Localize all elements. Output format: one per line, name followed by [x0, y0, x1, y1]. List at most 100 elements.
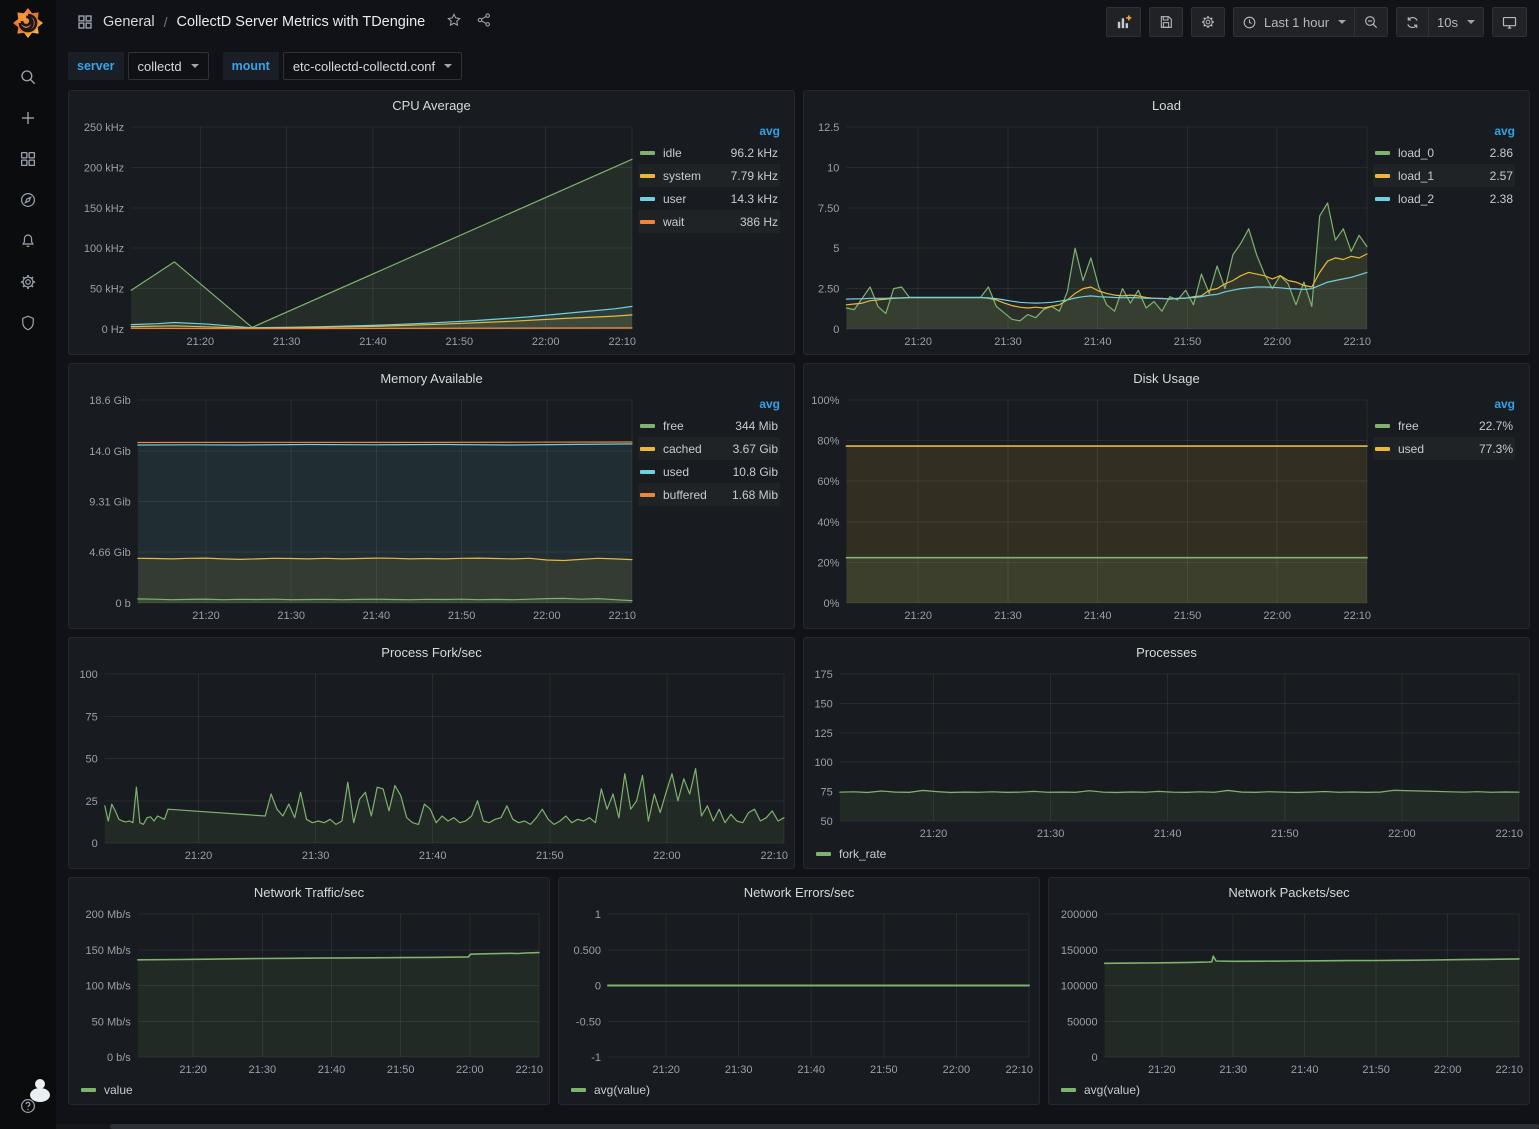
legend-stat-header[interactable]: avg: [638, 121, 780, 141]
save-dashboard-button[interactable]: [1149, 7, 1183, 37]
chevron-down-icon: [444, 64, 452, 68]
refresh-interval-picker[interactable]: 10s: [1429, 7, 1484, 37]
panel-header[interactable]: Network Traffic/sec: [69, 878, 549, 906]
svg-text:0: 0: [92, 838, 98, 850]
legend-series-name: idle: [663, 146, 731, 160]
legend-item-load_1[interactable]: load_1 2.57: [1373, 164, 1515, 187]
plus-icon[interactable]: [19, 109, 37, 127]
network-errors-chart[interactable]: -1-0.5000.500121:2021:3021:4021:5022:002…: [563, 906, 1035, 1080]
legend-item-avg(value)[interactable]: avg(value): [571, 1083, 650, 1097]
network-traffic-chart[interactable]: 0 b/s50 Mb/s100 Mb/s150 Mb/s200 Mb/s21:2…: [73, 906, 545, 1080]
dashboard-grid: CPU Average 0 Hz50 kHz100 kHz150 kHz200 …: [56, 90, 1539, 1111]
dashboard-settings-button[interactable]: [1191, 7, 1225, 37]
legend-series-name: avg(value): [594, 1083, 650, 1097]
legend-series-value: 10.8 Gib: [733, 465, 778, 479]
svg-text:1: 1: [595, 909, 601, 921]
add-panel-button[interactable]: [1106, 7, 1141, 37]
cycle-view-monitor-button[interactable]: [1492, 7, 1527, 37]
legend-item-load_0[interactable]: load_0 2.86: [1373, 141, 1515, 164]
breadcrumb-folder[interactable]: General: [103, 14, 155, 30]
top-nav: General / CollectD Server Metrics with T…: [56, 0, 1539, 44]
chevron-down-icon: [1338, 20, 1346, 24]
svg-text:21:40: 21:40: [363, 610, 391, 622]
legend-item-cached[interactable]: cached 3.67 Gib: [638, 437, 780, 460]
processes-chart[interactable]: 507510012515017521:2021:3021:4021:5022:0…: [808, 666, 1525, 844]
legend-item-user[interactable]: user 14.3 kHz: [638, 187, 780, 210]
panel-header[interactable]: Network Packets/sec: [1049, 878, 1529, 906]
dashboard-title[interactable]: CollectD Server Metrics with TDengine: [176, 14, 425, 30]
load-chart[interactable]: 02.5057.501012.521:2021:3021:4021:5022:0…: [808, 119, 1373, 352]
settings-gear-icon[interactable]: [19, 273, 37, 291]
share-icon[interactable]: [476, 12, 492, 33]
legend-series-value: 1.68 Mib: [732, 488, 778, 502]
legend-item-free[interactable]: free 344 Mib: [638, 414, 780, 437]
legend-swatch: [640, 447, 655, 451]
legend-item-avg(value)[interactable]: avg(value): [1061, 1083, 1140, 1097]
legend-item-used[interactable]: used 10.8 Gib: [638, 460, 780, 483]
network-packets-legend: avg(value): [1053, 1080, 1525, 1102]
svg-text:22:10: 22:10: [760, 850, 788, 862]
shield-icon[interactable]: [19, 314, 37, 332]
legend-item-fork_rate[interactable]: fork_rate: [816, 847, 886, 861]
svg-text:25: 25: [86, 796, 98, 808]
svg-text:21:40: 21:40: [359, 336, 387, 348]
svg-text:0 Hz: 0 Hz: [102, 324, 125, 336]
panel-header[interactable]: Process Fork/sec: [69, 638, 794, 666]
disk-usage-chart[interactable]: 0%20%40%60%80%100%21:2021:3021:4021:5022…: [808, 392, 1373, 626]
search-icon[interactable]: [19, 68, 37, 86]
network-packets-chart[interactable]: 05000010000015000020000021:2021:3021:402…: [1053, 906, 1525, 1080]
star-icon[interactable]: [446, 12, 462, 33]
cpu-average-chart[interactable]: 0 Hz50 kHz100 kHz150 kHz200 kHz250 kHz21…: [73, 119, 638, 352]
refresh-button[interactable]: [1396, 7, 1429, 37]
panel-network-packets: Network Packets/sec 05000010000015000020…: [1048, 877, 1530, 1105]
process-fork-chart[interactable]: 025507510021:2021:3021:4021:5022:0022:10: [73, 666, 790, 866]
memory-available-chart[interactable]: 0 b4.66 Gib9.31 Gib14.0 Gib18.6 Gib21:20…: [73, 392, 638, 626]
panel-header[interactable]: Network Errors/sec: [559, 878, 1039, 906]
explore-compass-icon[interactable]: [19, 191, 37, 209]
variable-server-value[interactable]: collectd: [128, 52, 209, 80]
panel-header[interactable]: CPU Average: [69, 91, 794, 119]
panel-title-text: Disk Usage: [1133, 371, 1199, 386]
legend-swatch: [1375, 447, 1390, 451]
legend-item-system[interactable]: system 7.79 kHz: [638, 164, 780, 187]
scrollbar-thumb[interactable]: [110, 1124, 1539, 1129]
legend-series-name: value: [104, 1083, 133, 1097]
variable-mount-value[interactable]: etc-collectd-collectd.conf: [283, 52, 462, 80]
svg-text:22:10: 22:10: [1005, 1064, 1033, 1076]
zoom-out-button[interactable]: [1355, 7, 1388, 37]
legend-item-wait[interactable]: wait 386 Hz: [638, 210, 780, 233]
legend-stat-header[interactable]: avg: [1373, 394, 1515, 414]
panel-header[interactable]: Disk Usage: [804, 364, 1529, 392]
grafana-app: General / CollectD Server Metrics with T…: [0, 0, 1539, 1129]
dashboards-icon[interactable]: [19, 150, 37, 168]
legend-swatch: [640, 197, 655, 201]
panel-header[interactable]: Processes: [804, 638, 1529, 666]
legend-series-value: 344 Mib: [735, 419, 778, 433]
network-packets-sec-svg: 05000010000015000020000021:2021:3021:402…: [1053, 906, 1525, 1080]
legend-item-used[interactable]: used 77.3%: [1373, 437, 1515, 460]
legend-item-free[interactable]: free 22.7%: [1373, 414, 1515, 437]
legend-item-load_2[interactable]: load_2 2.38: [1373, 187, 1515, 210]
legend-series-value: 2.38: [1490, 192, 1513, 206]
panel-cpu-average: CPU Average 0 Hz50 kHz100 kHz150 kHz200 …: [68, 90, 795, 355]
legend-item-idle[interactable]: idle 96.2 kHz: [638, 141, 780, 164]
legend-swatch: [81, 1088, 96, 1092]
legend-stat-header[interactable]: avg: [638, 394, 780, 414]
panel-header[interactable]: Load: [804, 91, 1529, 119]
panel-header[interactable]: Memory Available: [69, 364, 794, 392]
alerting-bell-icon[interactable]: [19, 232, 37, 250]
legend-item-buffered[interactable]: buffered 1.68 Mib: [638, 483, 780, 506]
svg-text:40%: 40%: [817, 517, 839, 529]
time-range-picker[interactable]: Last 1 hour: [1233, 7, 1355, 37]
legend-item-value[interactable]: value: [81, 1083, 133, 1097]
horizontal-scrollbar[interactable]: [56, 1124, 1539, 1129]
legend-swatch: [1375, 151, 1390, 155]
svg-text:21:30: 21:30: [273, 336, 301, 348]
legend-stat-header[interactable]: avg: [1373, 121, 1515, 141]
svg-text:200000: 200000: [1061, 909, 1098, 921]
panel-memory-available: Memory Available 0 b4.66 Gib9.31 Gib14.0…: [68, 363, 795, 629]
grafana-logo[interactable]: [13, 8, 43, 38]
svg-text:22:10: 22:10: [1495, 1064, 1523, 1076]
svg-text:4.66 Gib: 4.66 Gib: [89, 547, 131, 559]
svg-text:200 Mb/s: 200 Mb/s: [86, 909, 132, 921]
